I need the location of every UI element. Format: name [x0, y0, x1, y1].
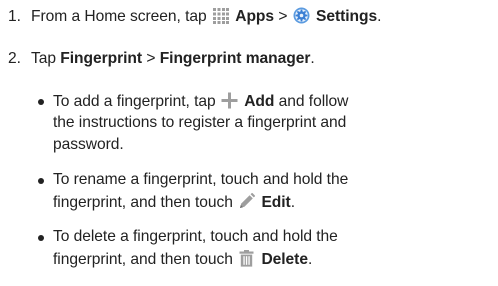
- bullet-delete-line-1: To delete a fingerprint, touch and hold …: [53, 228, 338, 245]
- bullet-add-line-1: To add a fingerprint, tap Add and follow: [53, 92, 349, 110]
- step-text: From a Home screen, tap: [31, 8, 207, 25]
- step-1: 1. From a Home screen, tap Apps > Settin…: [8, 7, 382, 25]
- bullet-dot: [38, 235, 44, 241]
- plus-icon: [221, 92, 238, 109]
- settings-gear-icon: [293, 7, 310, 24]
- edit-label: Edit: [261, 194, 291, 211]
- step-number: 1.: [8, 8, 21, 25]
- pencil-icon: [238, 193, 256, 210]
- step-2: 2. Tap Fingerprint > Fingerprint manager.: [8, 50, 315, 67]
- add-label: Add: [244, 93, 275, 110]
- bullet-add-line-3: password.: [53, 136, 124, 153]
- step-number: 2.: [8, 50, 21, 67]
- separator: >: [278, 8, 288, 25]
- instructions-document: 1. From a Home screen, tap Apps > Settin…: [0, 0, 498, 286]
- separator: >: [146, 50, 156, 67]
- apps-label: Apps: [235, 8, 275, 25]
- bullet-dot: [38, 99, 44, 105]
- step-text: Tap: [31, 50, 56, 67]
- delete-label: Delete: [261, 251, 308, 268]
- bullet-edit-line-1: To rename a fingerprint, touch and hold …: [53, 171, 349, 188]
- bullet-add-line-2: the instructions to register a fingerpri…: [53, 114, 347, 131]
- settings-label: Settings: [316, 8, 378, 25]
- fingerprint-label: Fingerprint: [60, 50, 143, 67]
- fingerprint-manager-label: Fingerprint manager: [159, 50, 311, 67]
- apps-grid-icon: [212, 7, 229, 24]
- bullet-edit-line-2: fingerprint, and then touch Edit.: [53, 193, 295, 211]
- bullet-delete-line-2: fingerprint, and then touch Delete.: [53, 250, 313, 268]
- trash-icon: [238, 250, 255, 267]
- bullet-dot: [38, 178, 44, 184]
